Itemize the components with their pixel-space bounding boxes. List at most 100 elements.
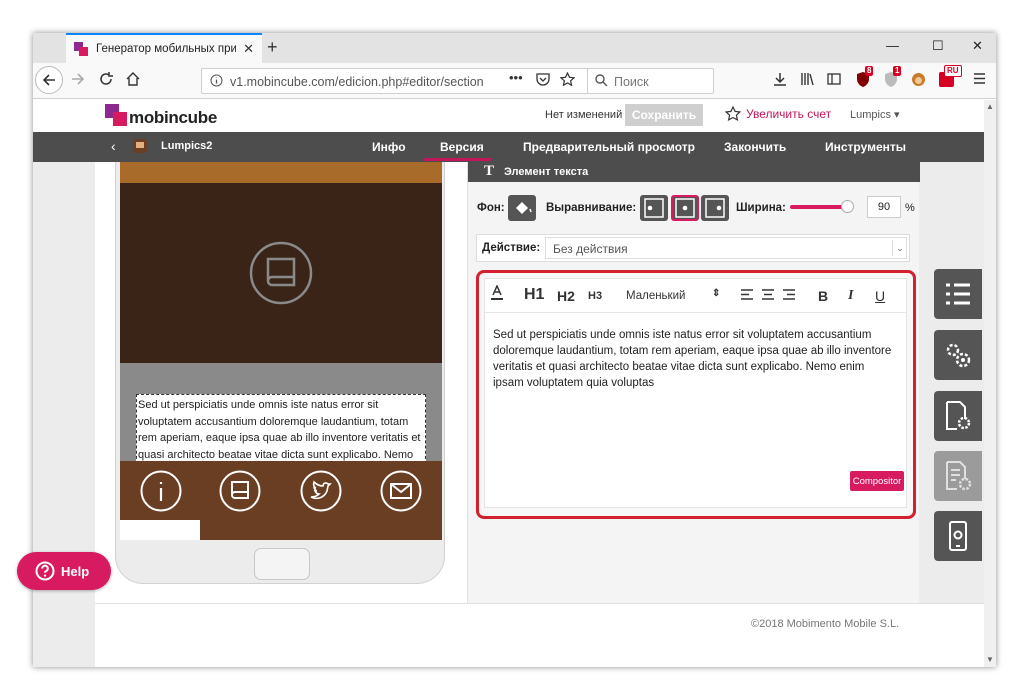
width-input[interactable]: 90	[867, 196, 901, 218]
editor-workspace: Sed ut perspiciatis unde omnis iste natu…	[95, 162, 920, 603]
editor-toolbar: H1 H2 H3 Маленький ⇕ B I U	[485, 279, 906, 313]
align-right-icon	[705, 198, 725, 218]
align-right-text-icon[interactable]	[783, 289, 795, 300]
pocket-icon[interactable]	[536, 72, 550, 86]
font-size-select[interactable]: Маленький	[626, 290, 685, 302]
navigation-bar: v1.mobincube.com/edicion.php#editor/sect…	[33, 63, 996, 99]
more-actions-icon[interactable]: •••	[509, 70, 523, 85]
logo-text[interactable]: mobincube	[129, 108, 217, 128]
new-tab-icon[interactable]: +	[267, 37, 278, 58]
data-settings-button[interactable]	[934, 451, 982, 501]
scroll-down-icon[interactable]: ▼	[986, 655, 994, 664]
home-icon[interactable]	[126, 72, 140, 86]
tab-title: Генератор мобильных прило	[96, 43, 236, 55]
tab-finish[interactable]: Закончить	[724, 140, 786, 154]
phone-home-button	[254, 548, 310, 580]
italic-button[interactable]: I	[848, 288, 853, 304]
tab-info[interactable]: Инфо	[372, 140, 406, 154]
align-right-button[interactable]	[701, 195, 729, 221]
mobincube-logo-icon	[105, 104, 127, 126]
reload-icon[interactable]	[99, 72, 113, 86]
panel-header: T Элемент текста	[468, 162, 920, 182]
library-icon[interactable]	[800, 72, 815, 86]
phone-corner-block	[120, 520, 200, 540]
rich-text-editor: H1 H2 H3 Маленький ⇕ B I U Sed ut perspi…	[484, 278, 907, 508]
account-menu[interactable]: Lumpics ▾	[850, 108, 900, 121]
question-icon	[35, 561, 55, 581]
align-center-button[interactable]	[671, 195, 699, 221]
twitter-icon[interactable]	[300, 470, 342, 512]
browser-tab[interactable]: Генератор мобильных прило ✕	[66, 33, 262, 63]
active-tab-indicator	[424, 158, 491, 161]
help-button[interactable]: Help	[17, 552, 111, 590]
book-icon[interactable]	[219, 470, 261, 512]
align-left-button[interactable]	[640, 195, 668, 221]
components-list-button[interactable]	[934, 269, 982, 319]
page-settings-button[interactable]	[934, 391, 982, 441]
underline-button[interactable]: U	[875, 288, 885, 304]
sidebar-icon[interactable]	[827, 72, 841, 86]
chevron-down-icon[interactable]: ⌄	[892, 240, 907, 256]
upgrade-link[interactable]: Увеличить счет	[725, 106, 831, 121]
mail-icon[interactable]	[380, 470, 422, 512]
search-field[interactable]: Поиск	[587, 68, 714, 94]
back-chevron-icon[interactable]: ‹	[111, 138, 116, 154]
project-name[interactable]: Lumpics2	[161, 140, 212, 152]
width-slider-handle[interactable]	[841, 200, 854, 213]
phone-banner[interactable]	[120, 183, 442, 363]
align-left-text-icon[interactable]	[741, 289, 753, 300]
menu-icon[interactable]	[973, 72, 986, 85]
heading1-button[interactable]: H1	[524, 286, 544, 304]
browser-window: Генератор мобильных прило ✕ + — ☐ ✕ v1.m…	[33, 33, 996, 667]
action-select[interactable]: Без действия ⌄	[545, 237, 907, 259]
paint-bucket-icon	[516, 202, 532, 214]
bold-button[interactable]: B	[818, 288, 828, 304]
align-label: Выравнивание:	[546, 202, 637, 214]
tab-version[interactable]: Версия	[440, 140, 484, 154]
monkey-extension-icon[interactable]	[911, 72, 926, 87]
width-label: Ширина:	[736, 202, 786, 214]
search-icon	[595, 74, 608, 87]
editor-text-area[interactable]: Sed ut perspiciatis unde omnis iste natu…	[493, 327, 893, 391]
composer-button[interactable]: Compositor	[850, 471, 904, 491]
page-scrollbar[interactable]: ▲ ▼	[984, 100, 996, 667]
preview-text: Sed ut perspiciatis unde omnis iste natu…	[138, 399, 421, 461]
info-icon[interactable]	[210, 74, 223, 87]
forward-icon[interactable]	[71, 72, 85, 86]
device-preview-button[interactable]	[934, 511, 982, 561]
back-button[interactable]	[35, 66, 63, 94]
download-icon[interactable]	[773, 72, 787, 86]
heading2-button[interactable]: H2	[557, 288, 575, 304]
info-icon[interactable]	[140, 470, 182, 512]
web-page: mobincube Нет изменений Сохранить Увелич…	[33, 100, 996, 667]
background-color-button[interactable]	[508, 195, 536, 221]
selected-text-element[interactable]: Sed ut perspiciatis unde omnis iste natu…	[136, 394, 426, 464]
phone-screen: Sed ut perspiciatis unde omnis iste natu…	[120, 162, 442, 540]
phone-preview: Sed ut perspiciatis unde omnis iste natu…	[115, 162, 445, 584]
gears-icon	[946, 343, 971, 368]
window-close-icon[interactable]: ✕	[972, 38, 983, 54]
bookmark-star-icon[interactable]	[560, 72, 575, 86]
font-size-arrows-icon[interactable]: ⇕	[712, 288, 720, 299]
star-icon	[725, 106, 741, 121]
action-row: Действие: Без действия ⌄	[476, 234, 910, 262]
highlighted-editor-frame: H1 H2 H3 Маленький ⇕ B I U Sed ut perspi…	[476, 270, 916, 519]
scroll-up-icon[interactable]: ▲	[986, 102, 994, 111]
width-slider[interactable]	[790, 205, 848, 209]
maximize-icon[interactable]: ☐	[932, 38, 944, 54]
tab-preview[interactable]: Предварительный просмотр	[523, 140, 695, 154]
align-center-text-icon[interactable]	[762, 289, 774, 300]
text-element-panel: T Элемент текста Фон: Выравнивание: Шири	[467, 162, 920, 603]
favicon-icon	[74, 42, 88, 56]
save-button[interactable]: Сохранить	[625, 104, 703, 126]
minimize-icon[interactable]: —	[886, 38, 899, 53]
settings-button[interactable]	[934, 330, 982, 380]
page-gear-icon	[946, 401, 971, 430]
phone-icon	[949, 521, 967, 551]
account-name: Lumpics	[850, 109, 891, 121]
tab-tools[interactable]: Инструменты	[825, 140, 906, 154]
heading3-button[interactable]: H3	[588, 290, 602, 302]
phone-header-strip	[120, 162, 442, 183]
tab-close-icon[interactable]: ✕	[243, 41, 254, 57]
text-color-icon[interactable]	[491, 285, 503, 301]
